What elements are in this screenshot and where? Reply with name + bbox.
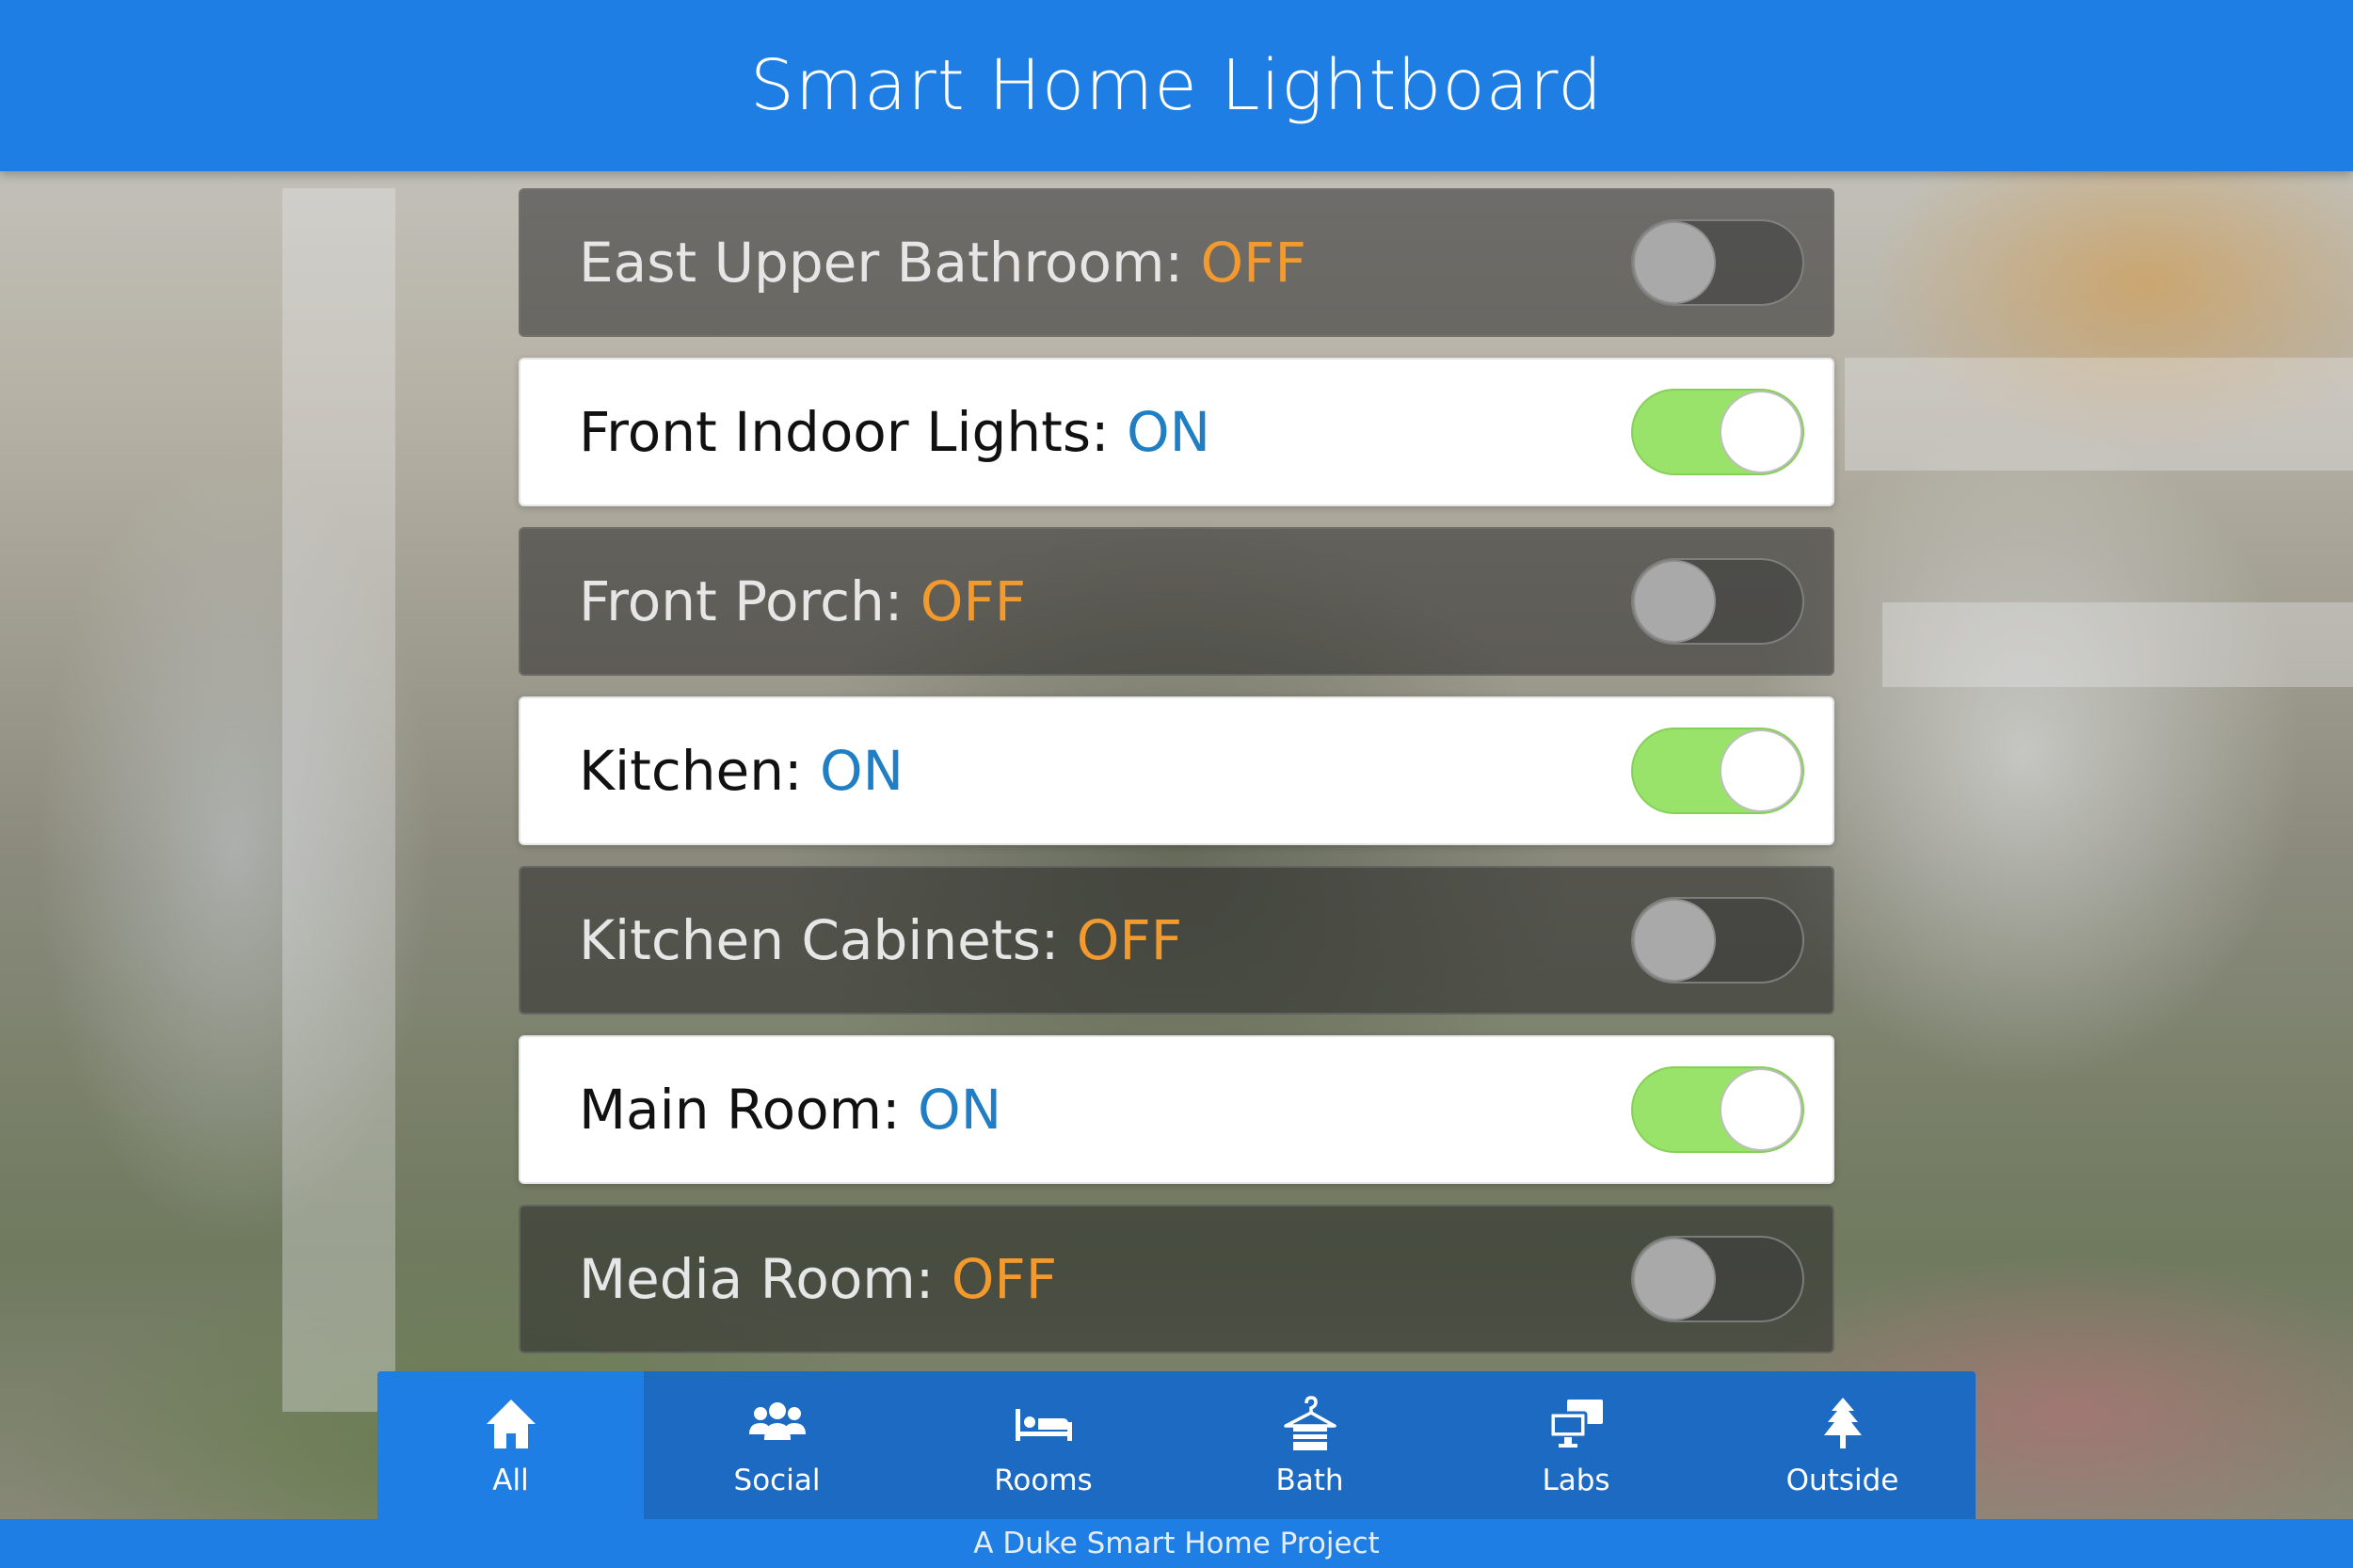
light-label: Front Porch: OFF — [579, 569, 1026, 633]
footer-text: A Duke Smart Home Project — [973, 1527, 1380, 1560]
background-column — [282, 188, 395, 1412]
light-row-kitchen-cabinets[interactable]: Kitchen Cabinets: OFF — [519, 866, 1834, 1015]
light-toggle[interactable] — [1631, 897, 1804, 984]
tab-labs[interactable]: Labs — [1443, 1371, 1709, 1519]
toggle-knob — [1633, 221, 1716, 304]
light-name: Kitchen Cabinets: — [579, 908, 1060, 972]
background-column — [1882, 602, 2353, 687]
light-label: Kitchen: ON — [579, 739, 904, 803]
tab-outside[interactable]: Outside — [1709, 1371, 1976, 1519]
tab-label: Bath — [1275, 1463, 1344, 1497]
toggle-knob — [1633, 1238, 1716, 1320]
background-column — [1845, 358, 2353, 471]
tab-label: All — [492, 1463, 529, 1497]
home-icon — [481, 1394, 541, 1454]
light-name: Front Indoor Lights: — [579, 400, 1110, 464]
light-toggle[interactable] — [1631, 389, 1804, 475]
light-name: Main Room: — [579, 1078, 901, 1142]
light-label: Front Indoor Lights: ON — [579, 400, 1210, 464]
light-name: East Upper Bathroom: — [579, 231, 1184, 295]
category-tab-bar: All Social Rooms Bath Labs Outside — [377, 1371, 1976, 1519]
light-name: Front Porch: — [579, 569, 904, 633]
tab-rooms[interactable]: Rooms — [910, 1371, 1176, 1519]
toggle-knob — [1633, 560, 1716, 643]
light-row-media-room[interactable]: Media Room: OFF — [519, 1205, 1834, 1353]
light-toggle[interactable] — [1631, 1066, 1804, 1153]
hanger-icon — [1280, 1394, 1340, 1454]
tab-label: Rooms — [994, 1463, 1093, 1497]
tab-label: Social — [733, 1463, 821, 1497]
light-toggle[interactable] — [1631, 1236, 1804, 1322]
light-state: ON — [918, 1078, 1002, 1142]
light-label: Media Room: OFF — [579, 1247, 1057, 1311]
light-toggle[interactable] — [1631, 558, 1804, 645]
bed-icon — [1014, 1394, 1074, 1454]
footer: A Duke Smart Home Project — [0, 1519, 2353, 1568]
computers-icon — [1546, 1394, 1607, 1454]
light-row-kitchen[interactable]: Kitchen: ON — [519, 696, 1834, 845]
toggle-knob — [1633, 899, 1716, 982]
tab-all[interactable]: All — [377, 1371, 644, 1519]
light-label: Main Room: ON — [579, 1078, 1001, 1142]
toggle-knob — [1720, 1068, 1802, 1151]
light-name: Kitchen: — [579, 739, 803, 803]
app-header: Smart Home Lightboard — [0, 0, 2353, 171]
light-state: OFF — [1076, 908, 1183, 972]
light-name: Media Room: — [579, 1247, 935, 1311]
light-toggle[interactable] — [1631, 728, 1804, 814]
page-title: Smart Home Lightboard — [749, 45, 1604, 126]
tab-bath[interactable]: Bath — [1176, 1371, 1443, 1519]
light-row-front-porch[interactable]: Front Porch: OFF — [519, 527, 1834, 676]
tab-social[interactable]: Social — [644, 1371, 910, 1519]
light-state: OFF — [1200, 231, 1306, 295]
light-state: OFF — [951, 1247, 1058, 1311]
light-label: East Upper Bathroom: OFF — [579, 231, 1306, 295]
tab-label: Labs — [1542, 1463, 1610, 1497]
light-row-front-indoor-lights[interactable]: Front Indoor Lights: ON — [519, 358, 1834, 506]
light-row-main-room[interactable]: Main Room: ON — [519, 1035, 1834, 1184]
light-toggle[interactable] — [1631, 219, 1804, 306]
light-label: Kitchen Cabinets: OFF — [579, 908, 1182, 972]
light-row-east-upper-bathroom[interactable]: East Upper Bathroom: OFF — [519, 188, 1834, 337]
light-state: ON — [1127, 400, 1211, 464]
people-icon — [747, 1394, 808, 1454]
toggle-knob — [1720, 729, 1802, 812]
light-list: East Upper Bathroom: OFF Front Indoor Li… — [519, 188, 1834, 1374]
tab-label: Outside — [1785, 1463, 1899, 1497]
light-state: ON — [819, 739, 904, 803]
tree-icon — [1813, 1394, 1873, 1454]
light-state: OFF — [920, 569, 1027, 633]
toggle-knob — [1720, 391, 1802, 473]
